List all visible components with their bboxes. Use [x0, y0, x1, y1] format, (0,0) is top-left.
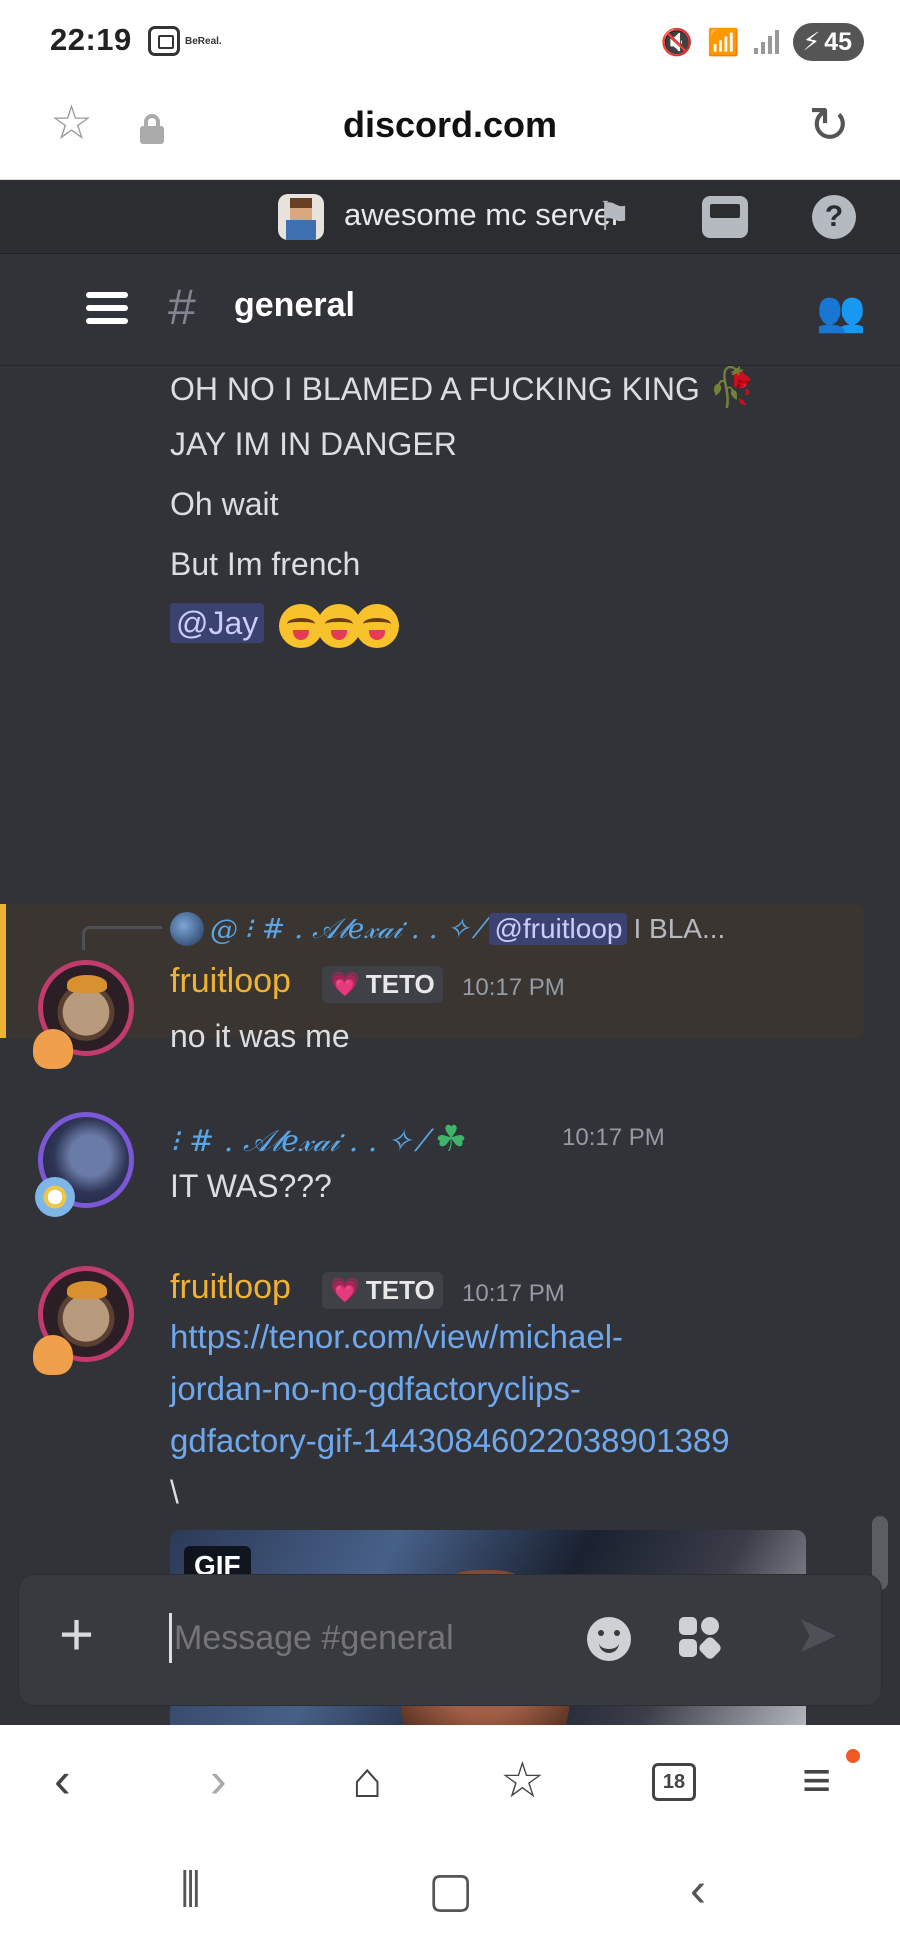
tabs-icon[interactable]: 18: [652, 1763, 696, 1801]
reload-icon[interactable]: ↻: [808, 100, 850, 150]
apps-icon[interactable]: [679, 1617, 723, 1661]
signal-icon: [753, 30, 779, 54]
message-timestamp: 10:17 PM: [462, 1280, 565, 1307]
emoji-icon[interactable]: [587, 1617, 631, 1661]
add-attachment-icon[interactable]: +: [59, 1605, 94, 1665]
battery-level: 45: [824, 27, 852, 56]
channel-hash-icon: #: [168, 279, 196, 335]
heart-icon: 💗: [330, 1277, 360, 1304]
globe-decoration-icon: [35, 1177, 75, 1217]
flag-icon[interactable]: ⚑: [596, 194, 632, 240]
message-timestamp: 10:17 PM: [562, 1124, 665, 1151]
status-bar: 22:19 BeReal. 🔇 📶 ⚡ 45: [0, 0, 900, 82]
channel-header: # general 👥: [0, 254, 900, 366]
avatar[interactable]: [33, 1266, 134, 1375]
message-link[interactable]: https://tenor.com/view/michael-: [170, 1318, 623, 1356]
battery-indicator: ⚡ 45: [792, 23, 864, 61]
message-list: OH NO I BLAMED A FUCKING KING 🥀 JAY IM I…: [0, 366, 900, 1725]
mute-icon: 🔇: [660, 26, 694, 57]
message-author[interactable]: ⁝ # . 𝒜𝓁𝑒𝓍𝒶𝒾 . . ✧ ⁄ ☘: [170, 1118, 467, 1160]
heart-icon: 💗: [330, 971, 360, 998]
bookmarks-icon[interactable]: ☆: [500, 1755, 545, 1805]
notification-dot: [846, 1749, 860, 1763]
url-text[interactable]: discord.com: [0, 104, 900, 146]
browser-bottom-nav: ‹ › ⌂ ☆ 18 ≡: [0, 1725, 900, 1845]
server-name[interactable]: awesome mc server: [344, 197, 621, 233]
channel-name: general: [234, 286, 355, 324]
yum-emoji: [355, 604, 400, 648]
inbox-icon[interactable]: [702, 196, 748, 238]
avatar[interactable]: [33, 960, 134, 1069]
wifi-icon: 📶: [707, 26, 740, 57]
home-button-icon[interactable]: ▢: [428, 1867, 473, 1915]
server-header: awesome mc server ⚑ ?: [0, 180, 900, 254]
message-text: \: [170, 1474, 179, 1510]
message-text: no it was me: [170, 1018, 350, 1054]
message-composer: + ➤: [18, 1574, 882, 1706]
bereal-icon: [148, 26, 180, 56]
message-link[interactable]: jordan-no-no-gdfactoryclips-: [170, 1370, 581, 1408]
role-tag: 💗 TETO: [322, 1272, 443, 1309]
user-mention[interactable]: @Jay: [170, 603, 265, 644]
send-icon[interactable]: ➤: [795, 1609, 839, 1661]
message-author[interactable]: fruitloop: [170, 1268, 291, 1307]
home-icon[interactable]: ⌂: [352, 1755, 382, 1805]
snail-decoration-icon: [33, 1029, 73, 1069]
reply-mention: @fruitloop: [489, 913, 628, 945]
browser-url-bar: ☆ discord.com ↻: [0, 82, 900, 180]
reply-avatar: [170, 912, 204, 946]
recents-icon[interactable]: ⦀: [180, 1867, 201, 1915]
discord-app: awesome mc server ⚑ ? # general 👥 OH NO …: [0, 180, 900, 1725]
reply-preview[interactable]: @ ⁝ # . 𝒜𝓁𝑒𝓍𝒶𝒾 . . ✧ ⁄ @fruitloop I BLA.…: [170, 912, 725, 946]
snail-decoration-icon: [33, 1335, 73, 1375]
message-text: IT WAS???: [170, 1168, 332, 1204]
message-input[interactable]: [169, 1613, 569, 1663]
reply-excerpt: I BLA...: [633, 913, 726, 944]
help-icon[interactable]: ?: [812, 195, 856, 239]
message-line: OH NO I BLAMED A FUCKING KING 🥀: [170, 367, 757, 409]
reply-connector: [82, 926, 162, 950]
system-nav-bar: ⦀ ▢ ‹: [0, 1845, 900, 1950]
message-line: JAY IM IN DANGER: [170, 426, 457, 462]
reply-prefix: @: [210, 912, 238, 946]
wilted-rose-emoji: 🥀: [708, 367, 757, 409]
avatar[interactable]: [35, 1112, 134, 1217]
back-icon[interactable]: ‹: [54, 1755, 71, 1805]
menu-icon[interactable]: [86, 292, 128, 324]
role-tag: 💗 TETO: [322, 966, 443, 1003]
bereal-label: BeReal.: [185, 36, 222, 47]
message-timestamp: 10:17 PM: [462, 974, 565, 1001]
members-icon[interactable]: 👥: [816, 288, 866, 335]
message-line: Oh wait: [170, 486, 279, 522]
reply-author: ⁝ # . 𝒜𝓁𝑒𝓍𝒶𝒾 . . ✧ ⁄: [244, 912, 484, 945]
clover-icon: ☘: [434, 1118, 468, 1159]
message-line: But Im french: [170, 546, 361, 582]
server-icon[interactable]: [278, 194, 324, 240]
message-line: @Jay: [170, 603, 400, 648]
message-author[interactable]: fruitloop: [170, 962, 291, 1001]
system-back-icon[interactable]: ‹: [690, 1867, 706, 1915]
forward-icon[interactable]: ›: [210, 1755, 227, 1805]
status-time: 22:19: [50, 22, 132, 57]
message-link[interactable]: gdfactory-gif-14430846022038901389: [170, 1422, 730, 1460]
menu-icon[interactable]: ≡: [802, 1755, 831, 1805]
